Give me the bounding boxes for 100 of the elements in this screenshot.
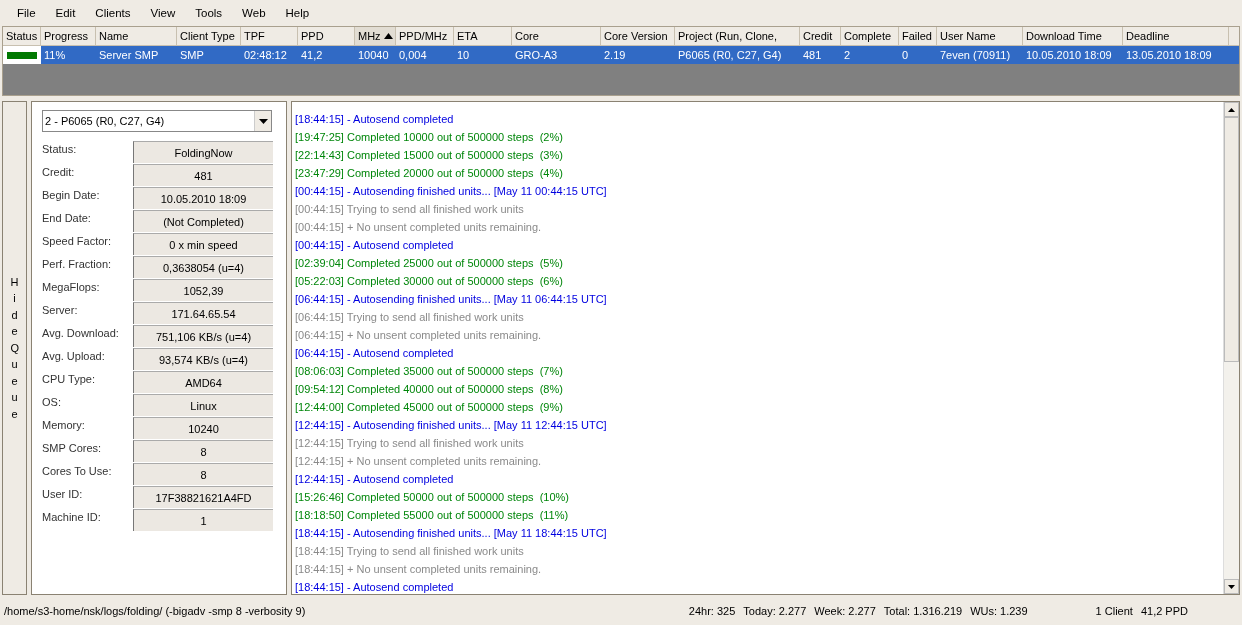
status-stat: 24hr: 325 (688, 605, 736, 617)
field-label: Begin Date: (42, 188, 101, 201)
status-stat: Week: 2.277 (814, 605, 876, 617)
table-cell-text: 10.05.2010 18:09 (1025, 48, 1113, 63)
field-value: Linux (133, 394, 273, 416)
column-header[interactable]: PPD (298, 27, 355, 45)
field-label: MegaFlops: (42, 280, 101, 293)
column-header[interactable]: Core Version (601, 27, 675, 45)
table-cell-text: 41,2 (300, 48, 324, 63)
field-label: Perf. Fraction: (42, 257, 113, 270)
table-cell-text: GRO-A3 (514, 48, 559, 63)
column-header[interactable]: Credit (800, 27, 841, 45)
menu-item[interactable]: Edit (46, 7, 87, 19)
field-value: 751,106 KB/s (u=4) (133, 325, 273, 347)
field-label: Server: (42, 303, 79, 316)
status-stat: Total: 1.316.219 (883, 605, 963, 617)
column-header[interactable]: Project (Run, Clone, (675, 27, 800, 45)
log-line: [22:14:43] Completed 15000 out of 500000 steps (3%) (295, 148, 564, 163)
column-header[interactable]: Progress (41, 27, 96, 45)
field-label: OS: (42, 395, 62, 408)
table-cell-text: 02:48:12 (243, 48, 288, 63)
column-header[interactable]: Name (96, 27, 177, 45)
log-line: [18:44:15] - Autosending finished units... [May 11 18:44:15 UTC] (295, 526, 608, 541)
column-header[interactable]: Failed (899, 27, 937, 45)
log-line: [00:44:15] + No unsent completed units remaining. (295, 220, 543, 235)
column-header[interactable]: Status (3, 27, 41, 45)
status-stat: Today: 2.277 (743, 605, 807, 617)
log-line: [00:44:15] Trying to send all finished work units (295, 202, 525, 217)
table-cell-text: 13.05.2010 18:09 (1125, 48, 1213, 63)
client-row[interactable]: 11% Server SMP SMP 02:48:12 41,2 10040 0,004 10 GRO-A3 2.19 P6065 (R0, C27, G4) 481 2 0 7even (70911) 10.05.2010 18:09 13.05.2010 18:09 (3, 46, 1239, 64)
dropdown-arrow-icon (258, 118, 268, 124)
menu-item[interactable]: File (8, 7, 47, 19)
menu-item[interactable]: Help (276, 7, 321, 19)
log-line: [06:44:15] Trying to send all finished work units (295, 310, 525, 325)
column-header[interactable]: Download Time (1023, 27, 1123, 45)
log-line: [08:06:03] Completed 35000 out of 500000 steps (7%) (295, 364, 564, 379)
status-stat: WUs: 1.239 (970, 605, 1028, 617)
log-line: [15:26:46] Completed 50000 out of 500000 steps (10%) (295, 490, 570, 505)
column-header[interactable]: Client Type (177, 27, 241, 45)
field-value: 171.64.65.54 (133, 302, 273, 324)
hide-queue-button[interactable]: Hide Queue (2, 101, 27, 595)
column-header[interactable]: ETA (454, 27, 512, 45)
column-header[interactable]: MHz (355, 27, 396, 45)
status-path: /home/s3-home/nsk/logs/folding/ (-bigadv -smp 8 -verbosity 9) (4, 605, 307, 617)
log-line: [12:44:15] Trying to send all finished work units (295, 436, 525, 451)
field-value: 10240 (133, 417, 273, 439)
field-value: 93,574 KB/s (u=4) (133, 348, 273, 370)
field-label: Status: (42, 142, 78, 155)
column-header[interactable]: Core (512, 27, 601, 45)
field-value: 10.05.2010 18:09 (133, 187, 273, 209)
menu-item[interactable]: View (141, 7, 187, 19)
column-header[interactable]: PPD/MHz (396, 27, 454, 45)
status-clients: 1 Client (1095, 605, 1133, 617)
log-line: [09:54:12] Completed 40000 out of 500000 steps (8%) (295, 382, 564, 397)
log-line: [12:44:15] - Autosend completed (295, 472, 455, 487)
field-value: 1052,39 (133, 279, 273, 301)
field-label: Machine ID: (42, 510, 102, 523)
scrollbar[interactable] (1223, 102, 1239, 594)
menu-item[interactable]: Clients (86, 7, 142, 19)
log-line: [12:44:00] Completed 45000 out of 500000 steps (9%) (295, 400, 564, 415)
table-cell-text: 0,004 (398, 48, 428, 63)
field-value: 481 (133, 164, 273, 186)
field-value: 0 x min speed (133, 233, 273, 255)
field-value: FoldingNow (133, 141, 273, 163)
log-line: [06:44:15] - Autosending finished units... [May 11 06:44:15 UTC] (295, 292, 608, 307)
column-header[interactable]: Deadline (1123, 27, 1229, 45)
menu-item[interactable]: Tools (186, 7, 234, 19)
field-label: End Date: (42, 211, 92, 224)
menu-item[interactable]: Web (233, 7, 277, 19)
field-value: 0,3638054 (u=4) (133, 256, 273, 278)
table-cell-text: 7even (70911) (939, 48, 1012, 63)
log-line: [23:47:29] Completed 20000 out of 500000 steps (4%) (295, 166, 564, 181)
log-line: [18:18:50] Completed 55000 out of 500000 steps (11%) (295, 508, 570, 523)
queue-dropdown[interactable]: 2 - P6065 (R0, C27, G4) (42, 110, 272, 132)
scroll-thumb[interactable] (1224, 117, 1239, 362)
table-cell-text: 0 (901, 48, 910, 63)
field-value: 8 (133, 463, 273, 485)
field-value: (Not Completed) (133, 210, 273, 232)
log-line: [18:44:15] Trying to send all finished work units (295, 544, 525, 559)
column-header[interactable]: User Name (937, 27, 1023, 45)
table-cell-text: P6065 (R0, C27, G4) (677, 48, 783, 63)
field-label: CPU Type: (42, 372, 96, 385)
table-cell-text: 10040 (357, 48, 390, 63)
log-line: [02:39:04] Completed 25000 out of 500000 steps (5%) (295, 256, 564, 271)
table-cell-text: 10 (456, 48, 471, 63)
field-value: AMD64 (133, 371, 273, 393)
table-cell-text: 481 (802, 48, 823, 63)
table-cell-text: Server SMP (98, 48, 160, 63)
field-label: User ID: (42, 487, 84, 500)
column-header[interactable]: Complete (841, 27, 899, 45)
field-label: Cores To Use: (42, 464, 113, 477)
field-label: Credit: (42, 165, 76, 178)
field-label: Memory: (42, 418, 86, 431)
log-line: [18:44:15] + No unsent completed units remaining. (295, 562, 543, 577)
column-header[interactable]: TPF (241, 27, 298, 45)
table-cell-text: 2.19 (603, 48, 627, 63)
status-ppd: 41,2 PPD (1140, 605, 1188, 617)
log-line: [12:44:15] - Autosending finished units... [May 11 12:44:15 UTC] (295, 418, 608, 433)
scroll-down-icon (1228, 584, 1235, 589)
field-label: Avg. Upload: (42, 349, 106, 362)
